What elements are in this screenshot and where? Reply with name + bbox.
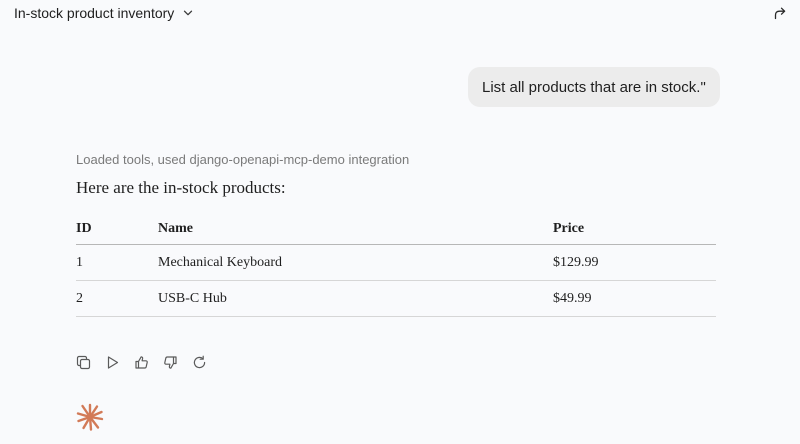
message-actions: [76, 355, 207, 370]
assistant-spark-icon: [76, 403, 104, 431]
conversation-title-dropdown[interactable]: In-stock product inventory: [14, 5, 194, 21]
table-row: 2 USB-C Hub $49.99: [76, 280, 716, 317]
thumbs-up-icon[interactable]: [134, 355, 149, 370]
conversation-title: In-stock product inventory: [14, 5, 175, 21]
user-message-text: List all products that are in stock.": [482, 78, 706, 96]
cell-price: $129.99: [553, 244, 716, 281]
column-header-name: Name: [158, 214, 553, 245]
cell-id: 2: [76, 280, 158, 317]
cell-id: 1: [76, 244, 158, 281]
thumbs-down-icon[interactable]: [163, 355, 178, 370]
assistant-intro-text: Here are the in-stock products:: [76, 178, 286, 197]
table-header-row: ID Name Price: [76, 214, 716, 245]
chevron-down-icon: [184, 10, 193, 16]
top-bar: In-stock product inventory: [0, 0, 800, 30]
user-message-bubble: List all products that are in stock.": [468, 67, 720, 107]
play-icon[interactable]: [105, 355, 120, 370]
copy-icon[interactable]: [76, 355, 91, 370]
column-header-id: ID: [76, 214, 158, 245]
table-row: 1 Mechanical Keyboard $129.99: [76, 244, 716, 281]
cell-name: USB-C Hub: [158, 280, 553, 317]
retry-icon[interactable]: [192, 355, 207, 370]
cell-name: Mechanical Keyboard: [158, 244, 553, 281]
tools-status[interactable]: Loaded tools, used django-openapi-mcp-de…: [76, 152, 409, 167]
column-header-price: Price: [553, 214, 716, 245]
share-icon[interactable]: [773, 6, 787, 20]
cell-price: $49.99: [553, 280, 716, 317]
products-table: ID Name Price 1 Mechanical Keyboard $129…: [76, 214, 716, 317]
